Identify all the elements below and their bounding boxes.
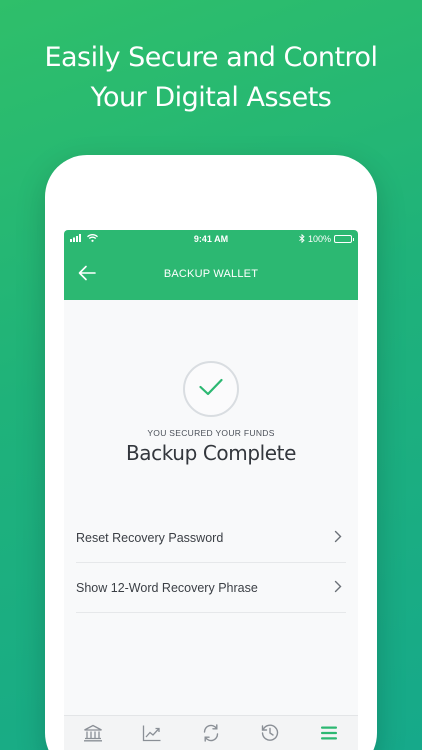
success-badge [183, 361, 239, 417]
list-item-label: Reset Recovery Password [76, 530, 224, 545]
page-title: BACKUP WALLET [163, 268, 259, 280]
status-bar: 9:41 AM 100% [64, 230, 358, 248]
battery-icon [334, 235, 354, 243]
checkmark-icon [198, 377, 224, 401]
headline-line-1: Easily Secure and Control [44, 42, 378, 73]
bluetooth-icon [299, 233, 305, 245]
menu-icon [320, 725, 338, 745]
tab-markets[interactable] [140, 724, 164, 746]
nav-bar: BACKUP WALLET [64, 248, 358, 300]
tab-history[interactable] [258, 724, 282, 746]
history-icon [260, 723, 280, 747]
success-title: Backup Complete [125, 441, 297, 465]
app-screen: 9:41 AM 100% BACKUP WALLET YOU SECURED Y… [64, 230, 358, 750]
headline-line-2: Your Digital Assets [90, 82, 332, 113]
chevron-right-icon [334, 580, 342, 596]
bank-icon [83, 724, 103, 746]
sync-icon [201, 723, 221, 747]
tab-exchange[interactable] [199, 724, 223, 746]
tab-bar [64, 715, 358, 750]
reset-recovery-password-item[interactable]: Reset Recovery Password [76, 513, 346, 563]
success-subtitle: YOU SECURED YOUR FUNDS [147, 428, 275, 438]
battery-percent: 100% [307, 234, 331, 244]
tab-menu[interactable] [317, 724, 341, 746]
status-time: 9:41 AM [193, 234, 229, 244]
marketing-headline: Easily Secure and Control Your Digital A… [0, 38, 422, 118]
options-list: Reset Recovery Password Show 12-Word Rec… [76, 513, 346, 613]
signal-icon [70, 234, 84, 244]
wifi-icon [87, 234, 98, 244]
chart-icon [142, 724, 162, 746]
back-arrow-icon[interactable] [76, 262, 98, 284]
list-item-label: Show 12-Word Recovery Phrase [76, 580, 258, 595]
show-recovery-phrase-item[interactable]: Show 12-Word Recovery Phrase [76, 563, 346, 613]
chevron-right-icon [334, 530, 342, 546]
tab-wallet[interactable] [81, 724, 105, 746]
